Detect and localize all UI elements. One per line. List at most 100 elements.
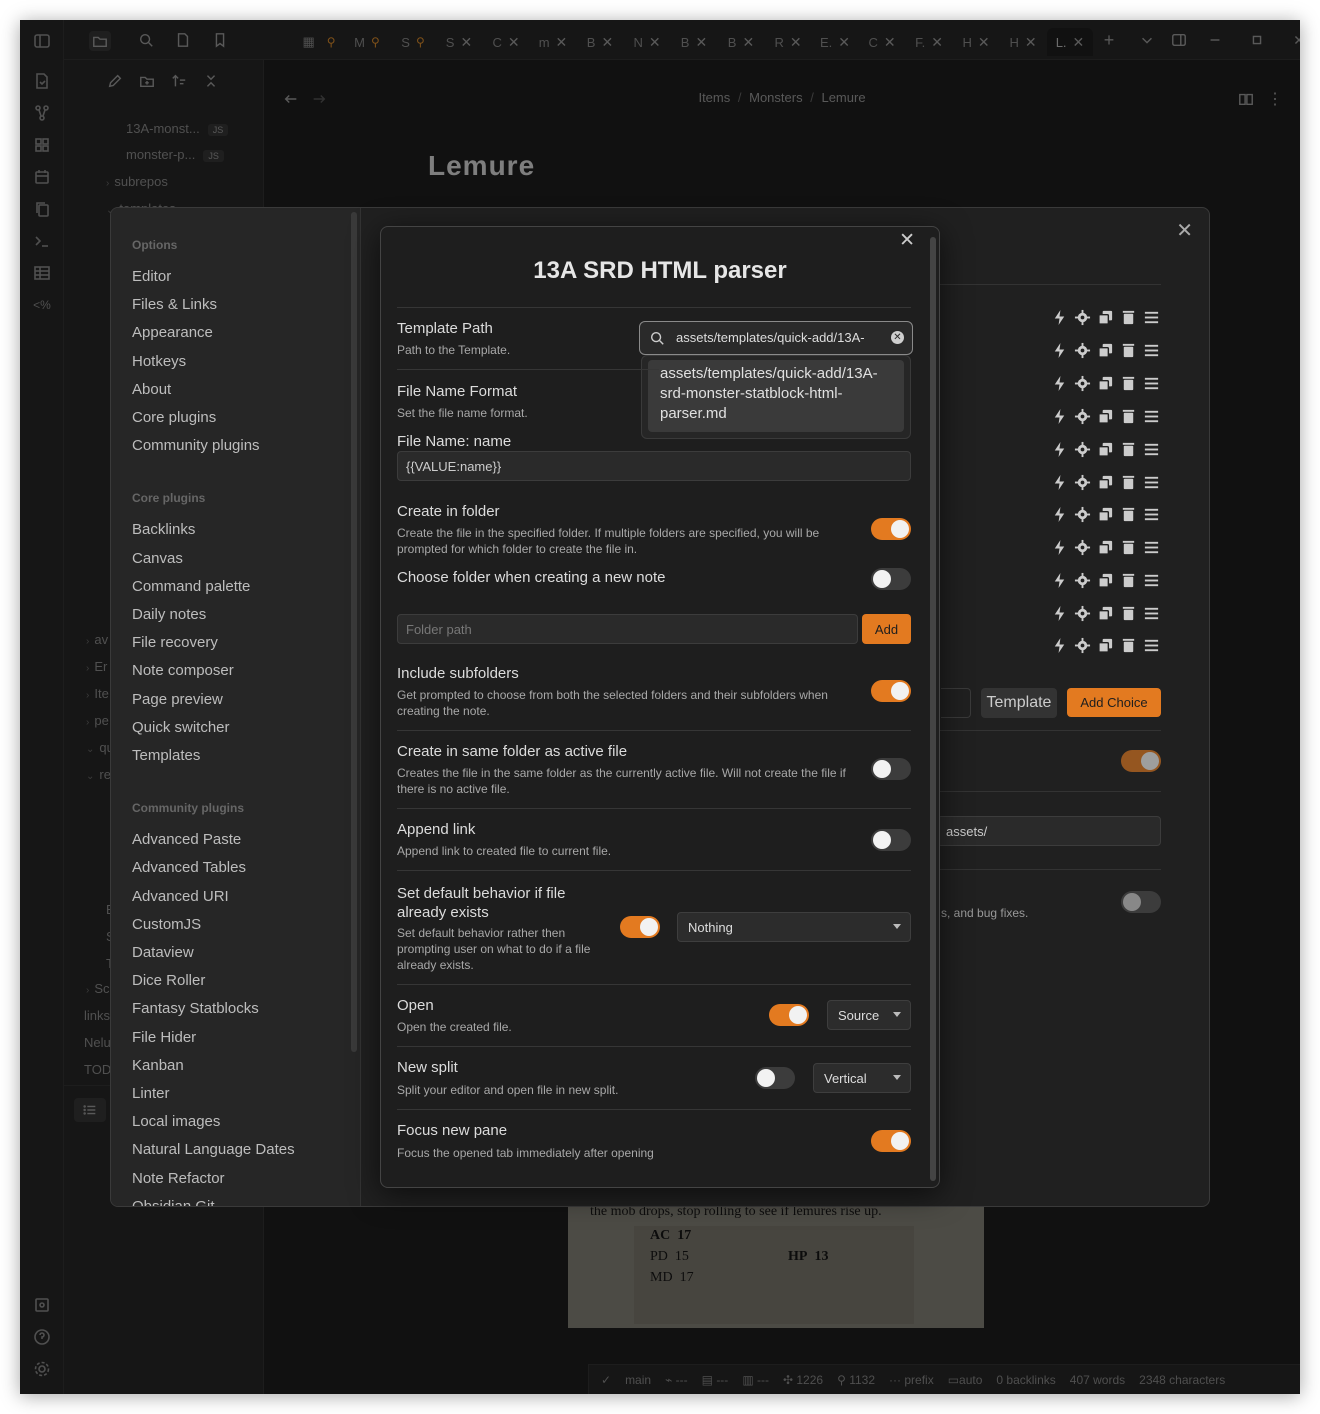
settings-nav-item[interactable]: Hotkeys [132,353,186,370]
drag-handle-icon[interactable] [1143,375,1160,395]
drag-handle-icon[interactable] [1143,506,1160,526]
trash-icon[interactable] [1120,474,1137,494]
template-path-input[interactable]: assets/templates/quick-add/13A- ✕ [639,321,913,355]
drag-handle-icon[interactable] [1143,474,1160,494]
lightning-icon[interactable] [1051,408,1068,428]
gear-icon[interactable] [1074,572,1091,592]
settings-nav-item[interactable]: Fantasy Statblocks [132,1000,259,1017]
settings-nav-item[interactable]: Command palette [132,578,250,595]
default-behavior-select[interactable]: Nothing [677,912,911,942]
folder-path-input[interactable]: Folder path [397,614,858,644]
trash-icon[interactable] [1120,637,1137,657]
settings-nav-item[interactable]: Core plugins [132,409,216,426]
close-icon[interactable]: ✕ [1176,218,1193,243]
choice-name-input[interactable] [941,688,971,718]
duplicate-icon[interactable] [1097,441,1114,461]
trash-icon[interactable] [1120,375,1137,395]
settings-nav-item[interactable]: Files & Links [132,296,217,313]
duplicate-icon[interactable] [1097,539,1114,559]
choose-folder-toggle[interactable] [871,568,911,590]
append-link-toggle[interactable] [871,829,911,851]
settings-nav-item[interactable]: Quick switcher [132,719,230,736]
drag-handle-icon[interactable] [1143,637,1160,657]
duplicate-icon[interactable] [1097,342,1114,362]
file-name-input[interactable]: {{VALUE:name}} [397,451,911,481]
trash-icon[interactable] [1120,572,1137,592]
settings-nav-item[interactable]: Backlinks [132,521,195,538]
settings-nav-item[interactable]: Community plugins [132,437,260,454]
settings-nav-item[interactable]: About [132,381,171,398]
gear-icon[interactable] [1074,605,1091,625]
create-in-folder-toggle[interactable] [871,518,911,540]
settings-nav-item[interactable]: Advanced URI [132,888,229,905]
drag-handle-icon[interactable] [1143,605,1160,625]
same-folder-toggle[interactable] [871,758,911,780]
trash-icon[interactable] [1120,539,1137,559]
settings-nav-item[interactable]: Page preview [132,691,223,708]
open-toggle[interactable] [769,1004,809,1026]
settings-nav-item[interactable]: Dataview [132,944,194,961]
drag-handle-icon[interactable] [1143,572,1160,592]
gear-icon[interactable] [1074,408,1091,428]
trash-icon[interactable] [1120,342,1137,362]
duplicate-icon[interactable] [1097,506,1114,526]
trash-icon[interactable] [1120,441,1137,461]
choice-type-select[interactable]: Template [981,688,1057,718]
settings-nav-item[interactable]: Obsidian Git [132,1198,215,1206]
trash-icon[interactable] [1120,605,1137,625]
trash-icon[interactable] [1120,408,1137,428]
gear-icon[interactable] [1074,441,1091,461]
drag-handle-icon[interactable] [1143,342,1160,362]
lightning-icon[interactable] [1051,637,1068,657]
lightning-icon[interactable] [1051,506,1068,526]
open-mode-select[interactable]: Source [827,1000,911,1030]
duplicate-icon[interactable] [1097,605,1114,625]
trash-icon[interactable] [1120,506,1137,526]
lightning-icon[interactable] [1051,474,1068,494]
settings-nav-item[interactable]: Appearance [132,324,213,341]
settings-nav-item[interactable]: Canvas [132,550,183,567]
duplicate-icon[interactable] [1097,637,1114,657]
settings-nav-item[interactable]: Natural Language Dates [132,1141,295,1158]
settings-toggle[interactable] [1121,891,1161,913]
trash-icon[interactable] [1120,309,1137,329]
settings-nav-item[interactable]: File Hider [132,1029,196,1046]
settings-nav-item[interactable]: CustomJS [132,916,201,933]
settings-nav-item[interactable]: Note Refactor [132,1170,225,1187]
gear-icon[interactable] [1074,375,1091,395]
add-choice-button[interactable]: Add Choice [1067,688,1161,717]
lightning-icon[interactable] [1051,375,1068,395]
gear-icon[interactable] [1074,309,1091,329]
settings-nav-item[interactable]: Note composer [132,662,234,679]
gear-icon[interactable] [1074,342,1091,362]
scrollbar[interactable] [351,212,357,1052]
default-behavior-toggle[interactable] [620,916,660,938]
gear-icon[interactable] [1074,539,1091,559]
settings-nav-item[interactable]: Dice Roller [132,972,205,989]
lightning-icon[interactable] [1051,572,1068,592]
lightning-icon[interactable] [1051,605,1068,625]
scrollbar[interactable] [930,237,936,1181]
lightning-icon[interactable] [1051,539,1068,559]
settings-nav-item[interactable]: Editor [132,268,171,285]
lightning-icon[interactable] [1051,309,1068,329]
duplicate-icon[interactable] [1097,375,1114,395]
duplicate-icon[interactable] [1097,572,1114,592]
template-folder-input[interactable]: assets/ [937,816,1161,846]
drag-handle-icon[interactable] [1143,441,1160,461]
duplicate-icon[interactable] [1097,474,1114,494]
settings-nav-item[interactable]: Templates [132,747,200,764]
drag-handle-icon[interactable] [1143,309,1160,329]
settings-toggle[interactable] [1121,750,1161,772]
drag-handle-icon[interactable] [1143,408,1160,428]
settings-nav-item[interactable]: Linter [132,1085,170,1102]
drag-handle-icon[interactable] [1143,539,1160,559]
include-subfolders-toggle[interactable] [871,680,911,702]
settings-nav-item[interactable]: File recovery [132,634,218,651]
add-folder-button[interactable]: Add [862,614,911,644]
focus-pane-toggle[interactable] [871,1130,911,1152]
gear-icon[interactable] [1074,637,1091,657]
duplicate-icon[interactable] [1097,309,1114,329]
settings-nav-item[interactable]: Daily notes [132,606,206,623]
settings-nav-item[interactable]: Local images [132,1113,220,1130]
